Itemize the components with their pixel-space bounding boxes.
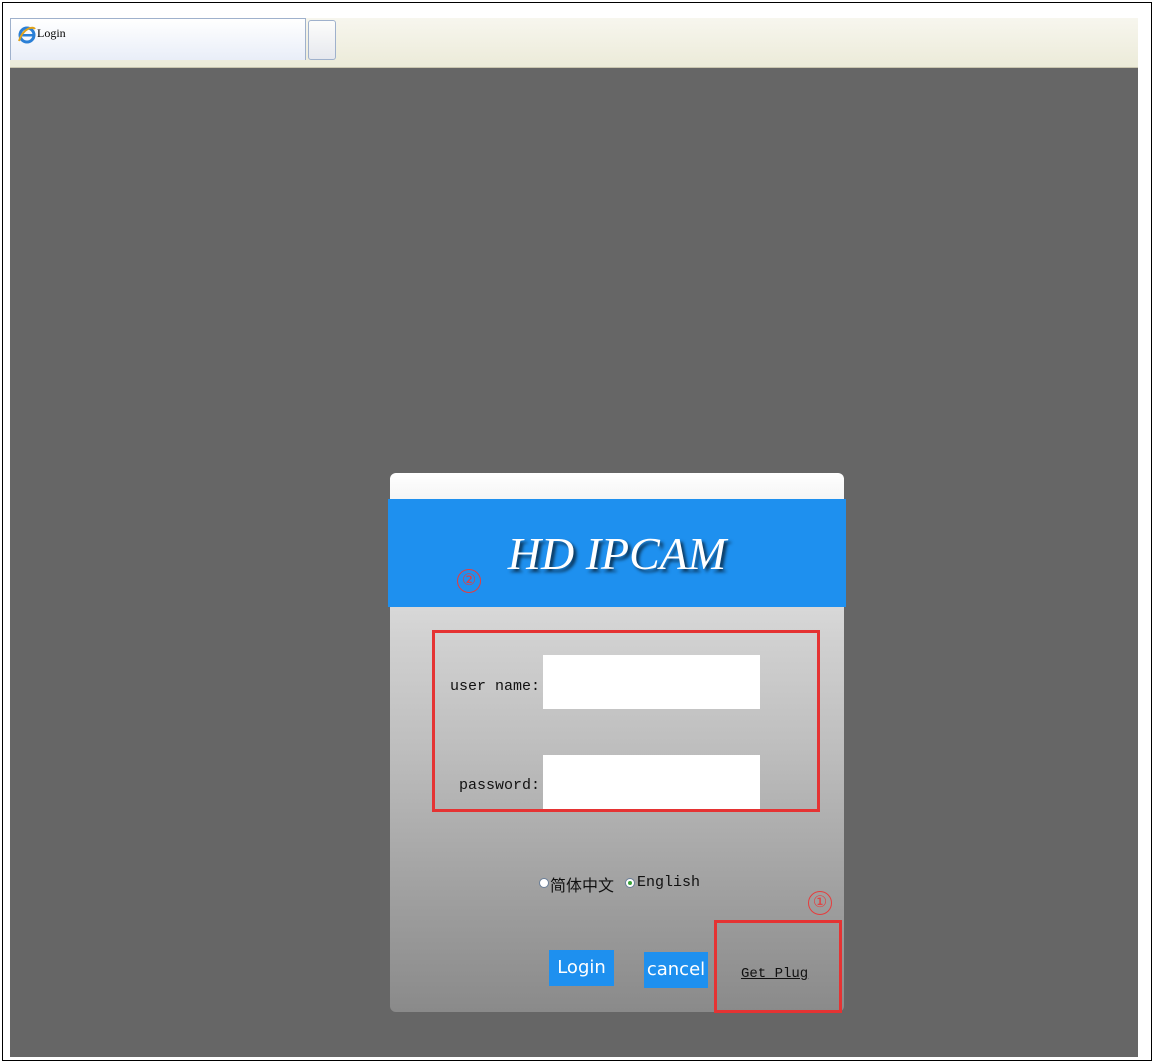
new-tab-button[interactable] — [308, 20, 336, 60]
internet-explorer-icon — [18, 26, 36, 44]
login-button[interactable]: Login — [549, 950, 614, 986]
language-radio-chinese[interactable] — [539, 878, 549, 888]
cancel-button[interactable]: cancel — [644, 952, 708, 988]
annotation-marker-2: ② — [457, 569, 481, 593]
brand-banner: HD IPCAM — [388, 499, 846, 607]
brand-title: HD IPCAM — [507, 528, 727, 579]
password-input[interactable] — [543, 755, 760, 809]
get-plug-link[interactable]: Get Plug — [741, 966, 808, 982]
language-label-chinese: 简体中文 — [550, 878, 615, 895]
username-input[interactable] — [543, 655, 760, 709]
language-label-english: English — [637, 874, 701, 891]
tab-title: Login — [37, 26, 66, 40]
tab-bar: Login — [10, 18, 1138, 68]
username-label: user name: — [449, 678, 540, 695]
page-content: HD IPCAM ② user name: password: 简体中文 Eng… — [10, 68, 1138, 1057]
language-radio-english[interactable] — [625, 878, 635, 888]
annotation-marker-1: ① — [808, 891, 832, 915]
password-label: password: — [458, 777, 540, 794]
tab-login[interactable]: Login — [10, 18, 306, 60]
